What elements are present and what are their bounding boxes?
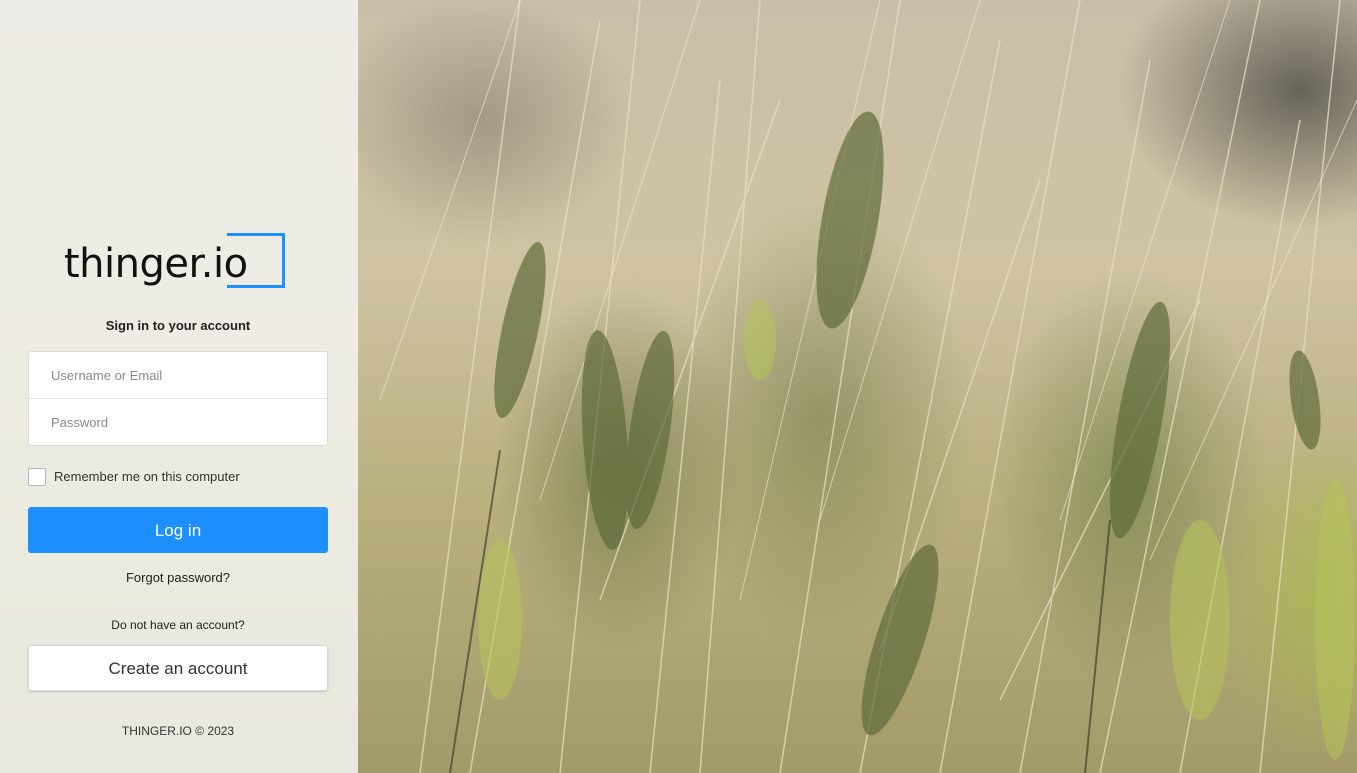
thinger-logo: thinger.io — [64, 232, 294, 296]
forgot-password-link[interactable]: Forgot password? — [0, 570, 356, 585]
remember-me-checkbox[interactable] — [28, 467, 46, 486]
password-input[interactable] — [29, 399, 327, 445]
login-page: thinger.io Sign in to your account Remem… — [0, 0, 1357, 773]
create-account-button[interactable]: Create an account — [28, 645, 328, 691]
username-input[interactable] — [29, 352, 327, 398]
login-panel: thinger.io Sign in to your account Remem… — [0, 0, 358, 773]
remember-me-row[interactable]: Remember me on this computer — [28, 466, 240, 487]
credentials-fields — [28, 351, 328, 446]
remember-me-label[interactable]: Remember me on this computer — [54, 469, 240, 484]
signin-heading: Sign in to your account — [105, 318, 251, 333]
logo-bracket-icon — [227, 233, 285, 288]
footer-copyright: THINGER.IO © 2023 — [121, 724, 235, 738]
logo-text: thinger.io — [64, 241, 248, 287]
no-account-text: Do not have an account? — [111, 618, 245, 632]
login-button[interactable]: Log in — [28, 507, 328, 553]
